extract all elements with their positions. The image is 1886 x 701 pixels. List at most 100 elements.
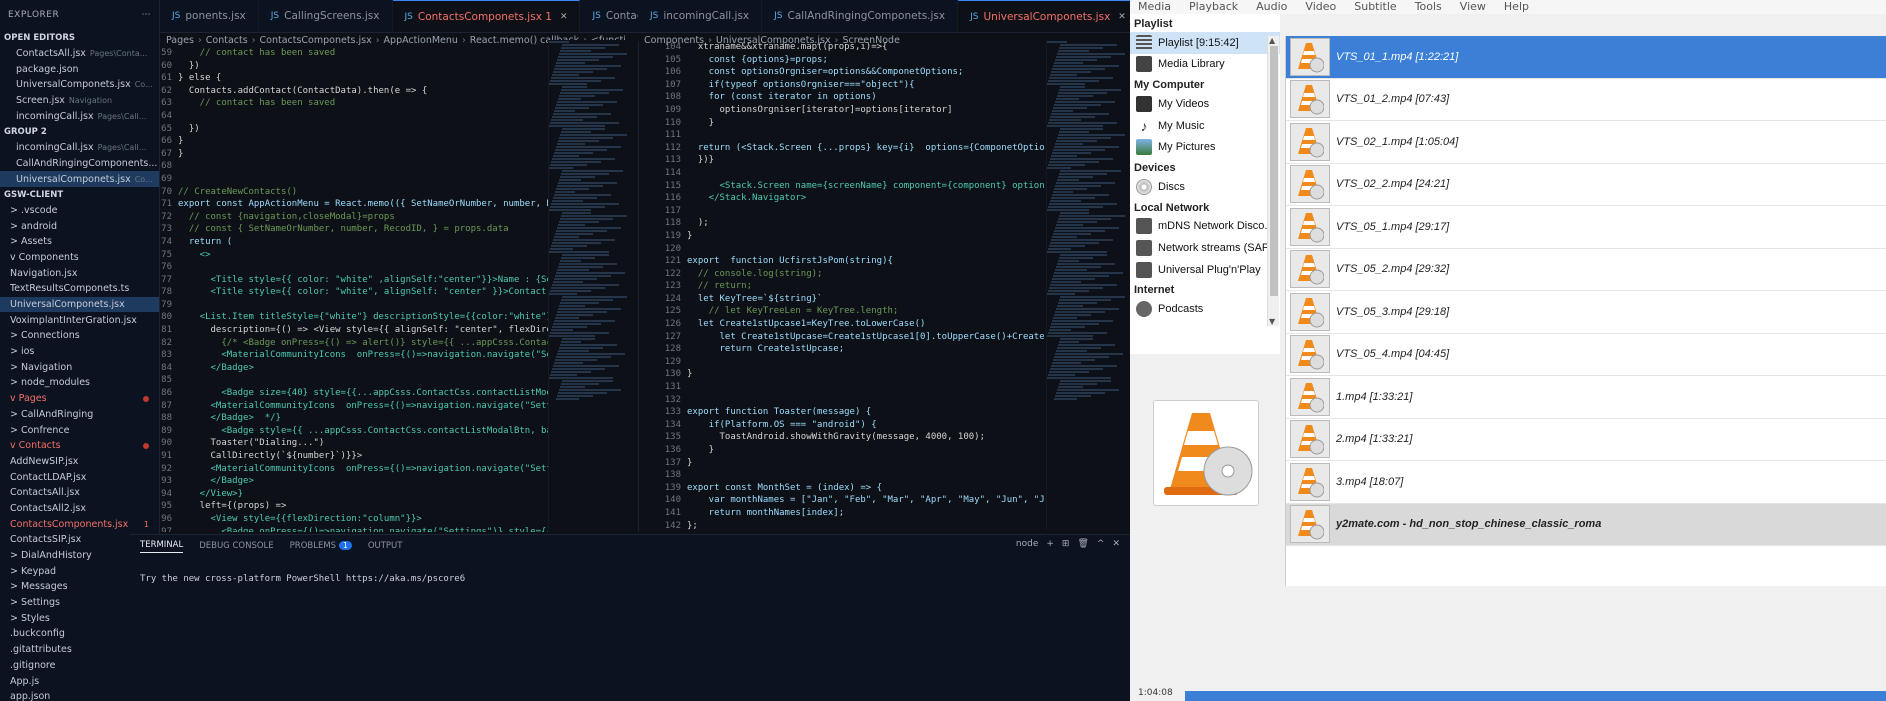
panel-tab[interactable]: DEBUG CONSOLE (199, 541, 273, 551)
more-actions-icon[interactable]: ⋯ (142, 10, 152, 20)
minimap-line (1047, 293, 1075, 295)
line-number: 66 (161, 136, 172, 147)
minimap-line (1055, 395, 1091, 397)
sidebar-scrollbar[interactable]: ▲ ▼ (1267, 36, 1279, 326)
minimap-line (551, 161, 601, 163)
menu-item[interactable]: Tools (1415, 0, 1442, 14)
breadcrumb-item[interactable]: ContactsComponets.jsx (260, 35, 372, 46)
editor-tab[interactable]: JS ContactsComponets.jsx 1 ✕ (392, 0, 581, 32)
sidebar-item-discs[interactable]: Discs (1130, 176, 1280, 198)
playlist-item[interactable]: VTS_05_3.mp4 [29:18] (1286, 291, 1886, 334)
editor-left[interactable]: 59 60 61 62 63 64 65 66 67 68 69 70 71 72 73 74 75 76 77 78… (130, 47, 548, 532)
playlist-item[interactable]: VTS_05_2.mp4 [29:32] (1286, 249, 1886, 291)
code-line: } (178, 136, 184, 147)
minimap-left[interactable] (548, 40, 632, 530)
sidebar-item-my-music[interactable]: ♪ My Music (1130, 115, 1280, 137)
sidebar-item-my-videos[interactable]: My Videos (1130, 93, 1280, 115)
minimap-line (551, 203, 619, 205)
playlist-item[interactable]: VTS_05_1.mp4 [29:17] (1286, 206, 1886, 249)
trash-icon[interactable]: 🗑 (1077, 539, 1088, 549)
maximize-icon[interactable]: ^ (1097, 539, 1105, 549)
minimap-line (1049, 245, 1085, 247)
playlist-item[interactable]: 2.mp4 [1:33:21] (1286, 419, 1886, 461)
panel-tab[interactable]: OUTPUT (368, 541, 403, 551)
breadcrumb-item[interactable]: Pages (166, 35, 194, 46)
minimap-right[interactable] (1046, 40, 1128, 530)
minimap-line (549, 83, 587, 85)
scroll-down-icon[interactable]: ▼ (1269, 317, 1275, 326)
add-terminal-icon[interactable]: + (1046, 539, 1054, 549)
sidebar-item-mdns[interactable]: mDNS Network Disco... (1130, 216, 1280, 238)
menu-item[interactable]: Help (1504, 0, 1529, 14)
sidebar-item-my-pictures[interactable]: My Pictures (1130, 136, 1280, 158)
sidebar-item-media-library[interactable]: Media Library (1130, 54, 1280, 76)
minimap-line (550, 374, 577, 376)
playlist-item[interactable]: VTS_01_2.mp4 [07:43] (1286, 79, 1886, 121)
problems-count-badge: 1 (339, 541, 352, 550)
minimap-line (1054, 398, 1077, 400)
close-tab-icon[interactable]: ✕ (560, 12, 568, 22)
tree-section-header[interactable]: OPEN EDITORS (0, 30, 159, 46)
menu-item[interactable]: Subtitle (1354, 0, 1396, 14)
menu-item[interactable]: View (1460, 0, 1486, 14)
vlc-cone-icon (1290, 250, 1330, 289)
code-line: }; (687, 520, 698, 531)
sidebar-item-podcasts[interactable]: Podcasts (1130, 298, 1280, 320)
split-terminal-icon[interactable]: ⊞ (1062, 539, 1070, 549)
seek-bar[interactable] (1185, 691, 1886, 701)
code-line: export const AppActionMenu = React.memo(… (178, 199, 548, 210)
vlc-sidebar: Playlist Playlist [9:15:42] Media Librar… (1130, 14, 1280, 354)
minimap-line (1047, 167, 1071, 169)
sidebar-item-playlist[interactable]: Playlist [9:15:42] (1130, 32, 1280, 54)
editor-tab[interactable]: JS ponents.jsx (160, 0, 259, 32)
minimap-line (560, 386, 585, 388)
menu-item[interactable]: Media (1138, 0, 1171, 14)
editor-tab[interactable]: JS CallingScreens.jsx (259, 0, 393, 32)
menu-item[interactable]: Video (1305, 0, 1336, 14)
playlist-item[interactable]: 3.mp4 [18:07] (1286, 461, 1886, 504)
minimap-line (1059, 383, 1097, 385)
playlist-item[interactable]: 1.mp4 [1:33:21] (1286, 376, 1886, 419)
playlist-item[interactable]: VTS_01_1.mp4 [1:22:21] (1286, 36, 1886, 79)
editor-tab[interactable]: JS CallAndRingingComponets.jsx (762, 0, 959, 32)
breadcrumb-item[interactable]: Contacts (206, 35, 248, 46)
menu-item[interactable]: Playback (1189, 0, 1238, 14)
playlist-group: Playlist (1134, 18, 1173, 30)
panel-tab[interactable]: TERMINAL (140, 540, 184, 553)
playlist-item[interactable]: VTS_02_1.mp4 [1:05:04] (1286, 121, 1886, 164)
editor-tab[interactable]: JS incomingCall.jsx (638, 0, 763, 32)
minimap-line (1055, 143, 1083, 145)
vlc-window: Media Playback Audio Video Subtitle Tools View… (1130, 0, 1886, 701)
playlist-list: VTS_01_1.mp4 [1:22:21] VTS_01_2.mp4 [07:4… (1285, 36, 1886, 586)
minimap-line (551, 77, 615, 79)
code-line: <MaterialCommunityIcons onPress={()=>nav… (210, 463, 549, 474)
minimap-line (1060, 86, 1085, 88)
editor-right[interactable]: 104 105 106 107 108 109 110 111 112 113 114 115 116 1… (638, 41, 1044, 532)
minimap-line (554, 194, 611, 196)
playlist-item[interactable]: y2mate.com - hd_non_stop_chinese_classic… (1286, 503, 1886, 546)
minimap-line (1054, 230, 1105, 232)
editor-tab[interactable]: JSContactsAll.jsx (580, 0, 638, 32)
minimap-line (1054, 188, 1087, 190)
code-line: const {options}=props; (687, 54, 828, 65)
terminal-shell-label[interactable]: node (1016, 539, 1038, 549)
sidebar-item-sap[interactable]: Network streams (SAP) (1130, 237, 1280, 259)
minimap-line (552, 368, 605, 370)
sidebar-item-upnp[interactable]: Universal Plug'n'Play (1130, 259, 1280, 281)
scroll-up-icon[interactable]: ▲ (1269, 36, 1275, 45)
minimap-line (1053, 359, 1095, 361)
breadcrumb-item[interactable]: AppActionMenu (384, 35, 458, 46)
panel-tab[interactable]: PROBLEMS 1 (290, 541, 352, 551)
editor-tab[interactable]: JS UniversalComponets.jsx ✕ (958, 0, 1130, 32)
minimap-line (1060, 380, 1111, 382)
close-icon[interactable]: ✕ (1112, 539, 1120, 549)
line-number: 139 (664, 482, 681, 493)
close-tab-icon[interactable]: ✕ (1118, 12, 1126, 22)
minimap-line (554, 68, 607, 70)
code-line: export function UcfirstJsPom(string){ (687, 256, 893, 267)
playlist-item[interactable]: VTS_05_4.mp4 [04:45] (1286, 334, 1886, 376)
menu-item[interactable]: Audio (1256, 0, 1287, 14)
playlist-item[interactable]: VTS_02_2.mp4 [24:21] (1286, 164, 1886, 206)
terminal-output[interactable]: Try the new cross-platform PowerShell ht… (140, 574, 465, 584)
